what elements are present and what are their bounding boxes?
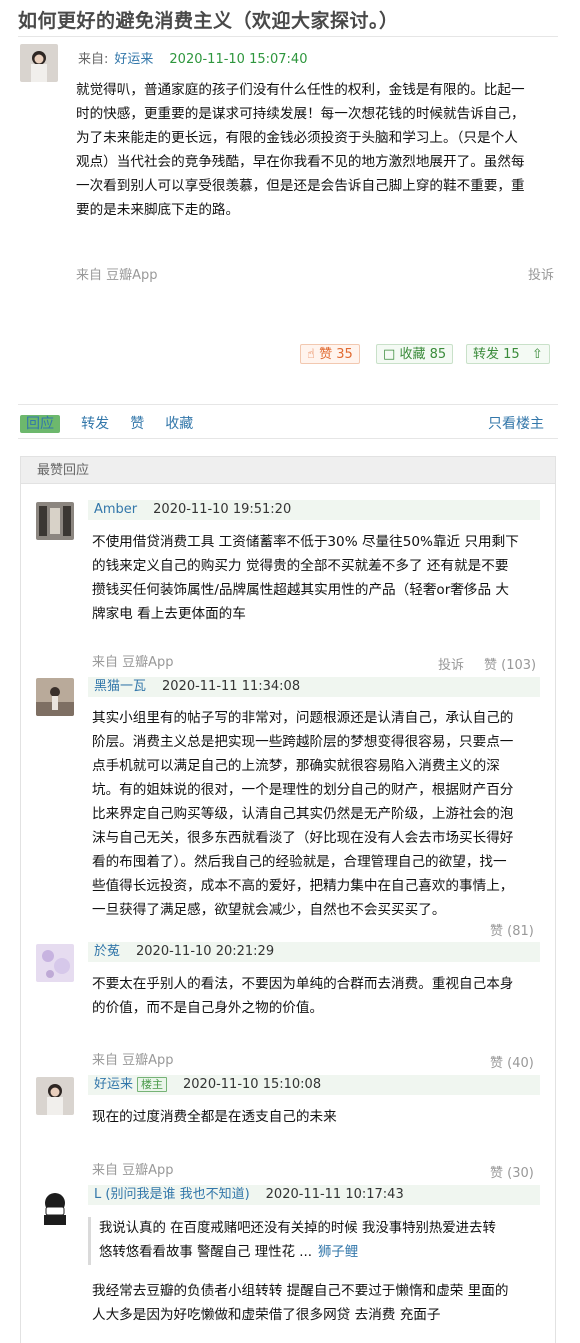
comment-line: 牌家电 看上去更体面的车 (92, 606, 246, 622)
commenter-avatar[interactable] (36, 502, 74, 540)
comment-text: 现在的过度消费全都是在透支自己的未来 (92, 1105, 552, 1129)
comment-like-link[interactable]: 赞 (81) (490, 920, 534, 939)
comment-line: 阶层。消费主义总是把实现一些跨越阶层的梦想变得很容易，只要点一 (92, 734, 514, 750)
post-line: 要的是未来脚底下走的路。 (76, 202, 240, 218)
commenter-name[interactable]: 於菟 (94, 944, 120, 959)
comment-line: 一旦获得了满足感，欲望就会减少，自然也不会买买买了。 (92, 902, 446, 918)
share-icon: ⇧ (531, 347, 543, 362)
comment-line: 人大多是因为好吃懒做和虚荣借了很多网贷 去消费 充面子 (92, 1307, 441, 1323)
commenter-avatar[interactable] (36, 1077, 74, 1115)
commenter-avatar[interactable] (36, 678, 74, 716)
comment-line: 其实小组里有的帖子写的非常对，问题根源还是认清自己，承认自己的 (92, 710, 514, 726)
comment-line: 我经常去豆瓣的负债者小组转转 提醒自己不要过于懒惰和虚荣 里面的 (92, 1283, 509, 1299)
post-line: 时的快感，更重要的是谋求可持续发展！每一次想花钱的时候就告诉自己， (76, 106, 525, 122)
op-badge: 楼主 (137, 1077, 168, 1092)
post-line: 为了未来能走的更长远，有限的金钱必须投资于头脑和学习上。（只是个人 (76, 130, 518, 146)
action-bar: 回应 转发 赞 收藏 (20, 413, 209, 433)
bookmark-icon: □ (383, 347, 396, 362)
thumb-up-icon: ☝ (307, 347, 315, 362)
comment-meta: 黑猫一瓦 2020-11-11 11:34:08 (88, 677, 540, 697)
comment-line: 现在的过度消费全都是在透支自己的未来 (92, 1109, 337, 1125)
post-like-button[interactable]: ☝ 赞 35 (300, 344, 360, 364)
post-time: 2020-11-10 15:07:40 (169, 52, 308, 67)
comment-line: 不使用借贷消费工具 工资储蓄率不低于30% 尽量往50%靠近 只用剩下 (92, 534, 519, 550)
commenter-avatar[interactable] (36, 1187, 74, 1225)
post-collect-button[interactable]: □ 收藏 85 (376, 344, 454, 364)
comment-source: 来自 豆瓣App (92, 1053, 174, 1068)
comment-line: 不要太在乎别人的看法，不要因为单纯的合群而去消费。重视自己本身 (92, 976, 514, 992)
reply-quote: 我说认真的 在百度戒赌吧还没有关掉的时候 我没事特别热爱进去转 悠转悠看看故事 … (88, 1217, 539, 1265)
comment-text: 不使用借贷消费工具 工资储蓄率不低于30% 尽量往50%靠近 只用剩下 的钱来定… (92, 530, 552, 626)
comment-meta: 於菟 2020-11-10 20:21:29 (88, 942, 540, 962)
comment-source: 来自 豆瓣App (92, 655, 174, 670)
comment-line: 坑。有的姐妹说的很对，一个是理性的划分自己的财产，根据财产百分 (92, 782, 514, 798)
share-count: 转发 15 (473, 347, 520, 362)
comment-like-link[interactable]: 赞 (103) (484, 654, 536, 673)
quote-line: 悠转悠看看故事 警醒自己 理性花 ... (99, 1245, 313, 1260)
post-title: 如何更好的避免消费主义（欢迎大家探讨。） (18, 10, 399, 32)
comment-line: 的价值，而不是自己身外之物的价值。 (92, 1000, 324, 1016)
commenter-avatar[interactable] (36, 944, 74, 982)
comment-time: 2020-11-11 11:34:08 (162, 679, 301, 694)
only-op-link[interactable]: 只看楼主 (488, 413, 544, 433)
comment-text: 其实小组里有的帖子写的非常对，问题根源还是认清自己，承认自己的 阶层。消费主义总… (92, 706, 552, 922)
commenter-name[interactable]: 好运来 (94, 1077, 133, 1092)
comment-meta: L (别问我是谁 我也不知道) 2020-11-11 10:17:43 (88, 1185, 540, 1205)
author-avatar[interactable] (20, 44, 58, 82)
commenter-name[interactable]: 黑猫一瓦 (94, 679, 146, 694)
commenter-name[interactable]: Amber (94, 502, 137, 517)
section-header: 最赞回应 (20, 456, 556, 484)
post-author-link[interactable]: 好运来 (114, 52, 153, 67)
comment-line: 些值得长远投资，成本不高的爱好，把精力集中在自己喜欢的事情上， (92, 878, 514, 894)
post-line: 一次看到别人可以享受很羡慕，但是还是会告诉自己脚上穿的鞋不重要，重 (76, 178, 525, 194)
comment-line: 沫与自己无关，很多东西就看淡了（好比现在没有人会去市场买长得好 (92, 830, 514, 846)
comment-line: 比来界定自己购买等级，认清自己其实仍然是无产阶级，上游社会的泡 (92, 806, 514, 822)
post-share-button[interactable]: 转发 15 ⇧ (466, 344, 550, 364)
comment-line: 攒钱买任何装饰属性/品牌属性超越其实用性的产品（轻奢or奢侈品 大 (92, 582, 510, 598)
post-source: 来自 豆瓣App (76, 268, 158, 283)
actions-bottom-divider (18, 438, 558, 439)
comment-like-link[interactable]: 赞 (30) (490, 1162, 534, 1181)
post-line: 就觉得叭，普通家庭的孩子们没有什么任性的权利，金钱是有限的。比起一 (76, 82, 525, 98)
collect-link[interactable]: 收藏 (165, 416, 193, 432)
comment-text: 不要太在乎别人的看法，不要因为单纯的合群而去消费。重视自己本身 的价值，而不是自… (92, 972, 552, 1020)
quote-line: 我说认真的 在百度戒赌吧还没有关掉的时候 我没事特别热爱进去转 (99, 1221, 496, 1236)
forward-link[interactable]: 转发 (81, 416, 109, 432)
reply-button[interactable]: 回应 (20, 415, 60, 433)
comment-report-link[interactable]: 投诉 (438, 654, 464, 673)
post-content: 就觉得叭，普通家庭的孩子们没有什么任性的权利，金钱是有限的。比起一 时的快感，更… (76, 78, 556, 222)
actions-top-divider (18, 404, 558, 405)
like-count: 赞 35 (319, 347, 353, 362)
comment-like-link[interactable]: 赞 (40) (490, 1052, 534, 1071)
title-divider (18, 36, 558, 37)
comment-time: 2020-11-10 15:10:08 (183, 1077, 322, 1092)
like-link[interactable]: 赞 (130, 416, 144, 432)
comment-text: 我经常去豆瓣的负债者小组转转 提醒自己不要过于懒惰和虚荣 里面的 人大多是因为好… (92, 1279, 552, 1327)
comment-line: 点手机就可以满足自己的上流梦，那确实就很容易陷入消费主义的深 (92, 758, 500, 774)
from-label: 来自: (78, 52, 109, 67)
comment-time: 2020-11-10 19:51:20 (153, 502, 292, 517)
comment-line: 看的布囤着了）。然后我自己的经验就是，合理管理自己的欲望，找一 (92, 854, 507, 870)
post-line: 观点）当代社会的竞争残酷，早在你我看不见的地方激烈地展开了。虽然每 (76, 154, 525, 170)
comment-time: 2020-11-11 10:17:43 (265, 1187, 404, 1202)
comment-meta: Amber 2020-11-10 19:51:20 (88, 500, 540, 520)
comment-time: 2020-11-10 20:21:29 (136, 944, 275, 959)
post-report-link[interactable]: 投诉 (528, 264, 554, 283)
comment-line: 的钱来定义自己的购买力 觉得贵的全部不买就差不多了 还有就是不要 (92, 558, 509, 574)
commenter-name[interactable]: L (别问我是谁 我也不知道) (94, 1187, 250, 1202)
comment-meta: 好运来 楼主 2020-11-10 15:10:08 (88, 1075, 540, 1095)
post-meta: 来自: 好运来 2020-11-10 15:07:40 (78, 48, 307, 67)
collect-count: 收藏 85 (399, 347, 447, 362)
comment-source: 来自 豆瓣App (92, 1163, 174, 1178)
quote-author-link[interactable]: 狮子鲤 (318, 1245, 358, 1260)
